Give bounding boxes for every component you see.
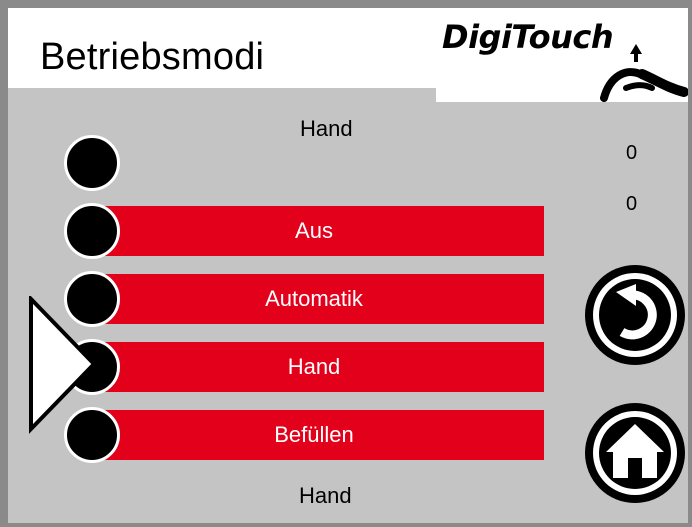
title-bar: Betriebsmodi — [8, 8, 436, 88]
value-display-2: 0 — [626, 193, 638, 215]
current-mode-label-top: Hand — [300, 116, 353, 141]
current-mode-label-bottom: Hand — [299, 483, 352, 508]
digitouch-logo: DigiTouch — [436, 8, 688, 102]
logo-swoosh-icon — [600, 44, 688, 102]
lamp-aus — [64, 203, 120, 259]
mode-button-aus[interactable]: Aus — [84, 206, 544, 256]
mode-button-hand[interactable]: Hand — [84, 342, 544, 392]
page-title: Betriebsmodi — [40, 36, 265, 78]
home-button[interactable] — [582, 400, 688, 506]
logo-text: DigiTouch — [442, 18, 614, 56]
value-display-1: 0 — [626, 142, 638, 164]
status-lamp-indicator — [64, 135, 120, 191]
mode-button-automatik[interactable]: Automatik — [84, 274, 544, 324]
mode-button-befuellen[interactable]: Befüllen — [84, 410, 544, 460]
back-button[interactable] — [582, 262, 688, 368]
selection-arrow-icon — [29, 296, 97, 434]
